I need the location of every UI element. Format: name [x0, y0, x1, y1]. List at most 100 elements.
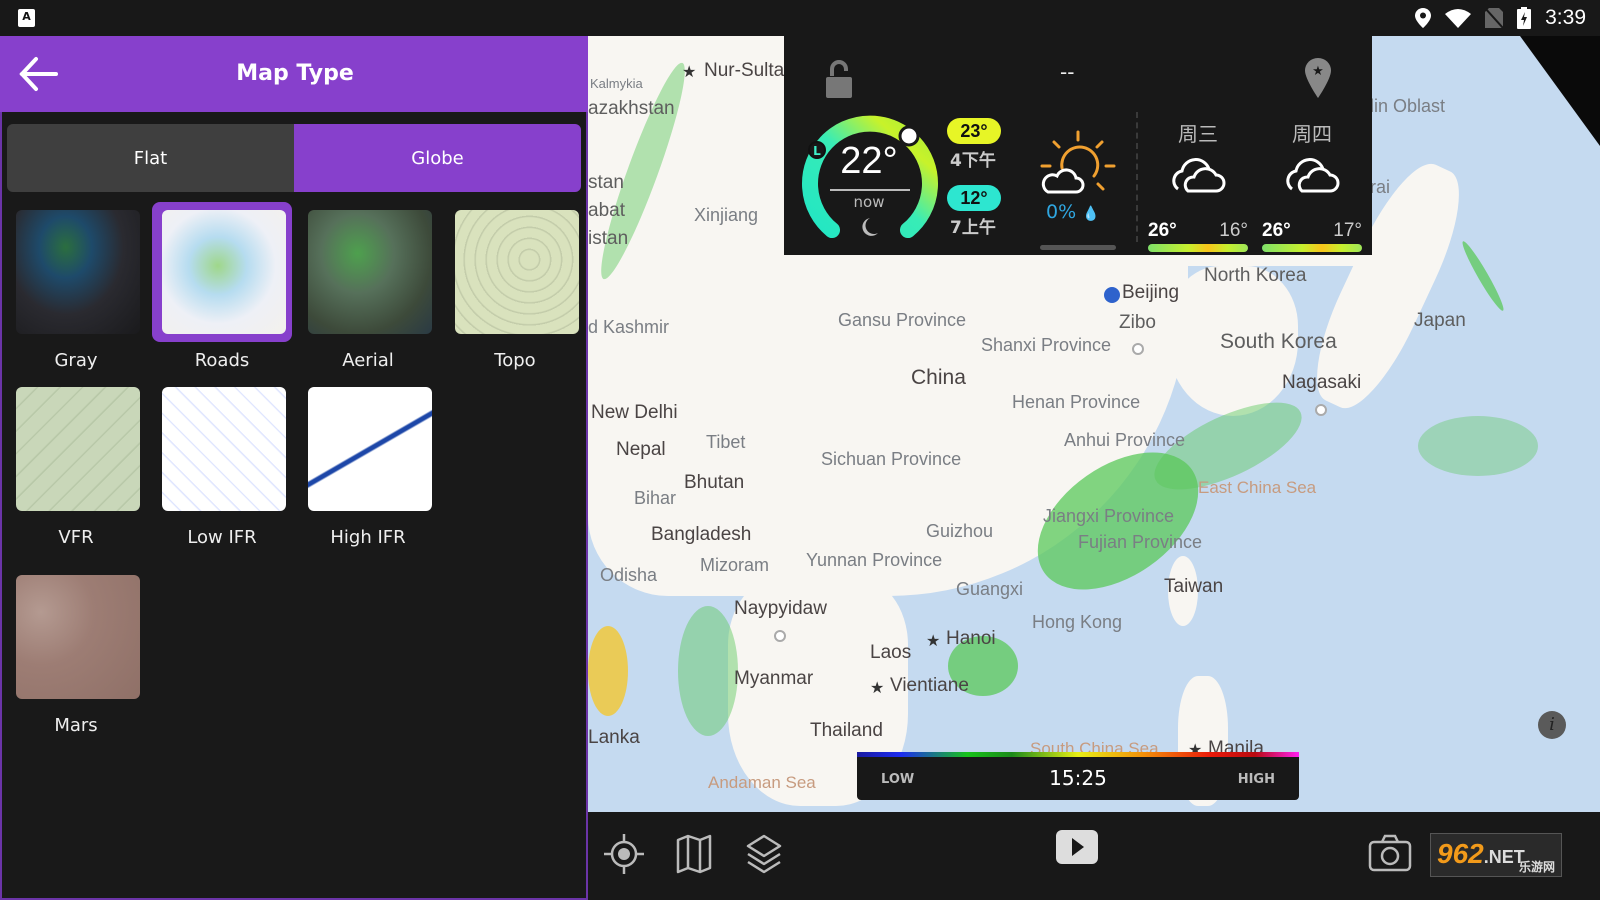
map-label: abat [588, 200, 625, 221]
map-label: Anhui Province [1064, 430, 1186, 450]
tile-label: VFR [58, 527, 94, 548]
map-label: Japan [1414, 310, 1466, 331]
precip-chance: 0% 💧 [1046, 201, 1100, 223]
panel-header: Map Type [0, 36, 590, 112]
forecast-day[interactable]: 周三 26° 16° [1148, 118, 1248, 252]
unlock-icon[interactable] [826, 60, 852, 98]
low-ifr-thumbnail [162, 387, 286, 511]
map-label: Tibet [706, 432, 746, 452]
temp-range-bar [1262, 244, 1362, 252]
map-label: Kalmykia [590, 76, 643, 91]
high-ifr-thumbnail [308, 387, 432, 511]
map-type-topo[interactable]: Topo [445, 202, 585, 382]
map-label: Xinjiang [694, 205, 759, 225]
map-type-high-ifr[interactable]: High IFR [298, 379, 438, 559]
forecast-day[interactable]: 周四 26° 17° [1262, 118, 1362, 252]
map-label: Gansu Province [838, 310, 967, 330]
divider [830, 189, 910, 191]
back-button[interactable] [18, 54, 60, 94]
panel-title: Map Type [236, 61, 354, 86]
now-label: now [853, 193, 885, 211]
info-button[interactable]: i [1538, 711, 1566, 739]
high-temp-time: 4下午 [950, 151, 996, 171]
map-label: Hanoi [946, 628, 996, 649]
map-label: azakhstan [588, 98, 675, 119]
day-name: 周四 [1292, 122, 1332, 146]
map-type-aerial[interactable]: Aerial [298, 202, 438, 382]
intensity-gradient [857, 752, 1299, 757]
map-label: North Korea [1204, 265, 1307, 286]
map-label: Beijing [1122, 282, 1180, 303]
map-label: East China Sea [1198, 478, 1317, 497]
map-label: stan [588, 172, 624, 193]
map-label: Sichuan Province [821, 449, 962, 469]
map-label: Henan Province [1012, 392, 1141, 412]
my-location-icon[interactable] [600, 830, 648, 878]
map-label: Mizoram [700, 555, 770, 575]
location-icon [1415, 8, 1432, 28]
map-type-low-ifr[interactable]: Low IFR [152, 379, 292, 559]
raindrops-icon: 💧 [1082, 206, 1100, 222]
app-notification-icon: A [18, 9, 35, 27]
no-sim-icon [1485, 8, 1504, 28]
arrow-left-icon [19, 57, 58, 91]
page-indicator [1040, 245, 1116, 250]
divider [1136, 112, 1138, 242]
map-type-roads[interactable]: Roads [152, 202, 292, 382]
map-icon[interactable] [670, 830, 718, 878]
map-label: Fujian Province [1078, 532, 1203, 552]
gray-thumbnail [16, 210, 140, 334]
tile-label: Aerial [342, 350, 394, 371]
map-label: Vientiane [890, 675, 969, 696]
map-label: Lanka [588, 727, 640, 748]
map-label: Guangxi [956, 579, 1024, 599]
city-marker [1315, 404, 1327, 416]
map-label: Nur-Sulta [704, 60, 785, 81]
roads-thumbnail [162, 210, 286, 334]
favorite-location-pin-icon[interactable]: ★ [1305, 58, 1331, 98]
map-label: Zibo [1119, 312, 1156, 333]
precip-value: 0% [1046, 201, 1077, 223]
map-type-vfr[interactable]: VFR [6, 379, 146, 559]
location-name: -- [1060, 60, 1075, 84]
map-label: Nagasaki [1282, 372, 1362, 393]
map-label: istan [588, 228, 629, 249]
play-button[interactable] [1054, 828, 1100, 874]
aerial-thumbnail [308, 210, 432, 334]
low-temp-time: 7上午 [950, 218, 996, 238]
tile-label: Roads [194, 350, 250, 371]
current-location-marker[interactable] [1104, 287, 1120, 303]
map-label: Laos [870, 642, 912, 663]
clock: 3:39 [1545, 6, 1586, 29]
radar-legend: LOW 15:25 HIGH [857, 752, 1299, 800]
watermark-cn: 乐游网 [1518, 860, 1555, 874]
watermark-brand: 962 [1437, 838, 1484, 869]
map-label: South Korea [1220, 330, 1337, 353]
map-label: d Kashmir [588, 317, 670, 337]
camera-icon[interactable] [1366, 830, 1414, 878]
layers-icon[interactable] [740, 830, 788, 878]
moon-icon [862, 218, 878, 236]
precip-area [678, 606, 738, 736]
watermark-logo: 962.NET 乐游网 [1430, 833, 1562, 877]
map-label: New Delhi [591, 402, 678, 423]
svg-text:★: ★ [1312, 64, 1324, 79]
city-marker [774, 630, 786, 642]
capital-star-icon: ★ [926, 631, 941, 650]
map-label: Taiwan [1164, 576, 1224, 597]
map-type-gray[interactable]: Gray [6, 202, 146, 382]
precip-area [588, 626, 628, 716]
map-label: Andaman Sea [708, 773, 816, 792]
map-type-panel: Map Type Flat Globe Gray Roads Aerial To… [0, 36, 590, 900]
current-temperature: 22° [840, 140, 898, 182]
map-label: Odisha [600, 565, 658, 585]
map-label: Bangladesh [651, 524, 752, 545]
flat-option[interactable]: Flat [7, 124, 294, 192]
map-type-mars[interactable]: Mars [6, 567, 146, 747]
tile-label: Mars [54, 715, 98, 736]
map-label: Hong Kong [1032, 612, 1123, 632]
globe-option[interactable]: Globe [294, 124, 581, 192]
map-label: Naypyidaw [734, 598, 827, 619]
map-label: Jiangxi Province [1043, 506, 1175, 526]
day-high: 26° [1148, 220, 1177, 241]
